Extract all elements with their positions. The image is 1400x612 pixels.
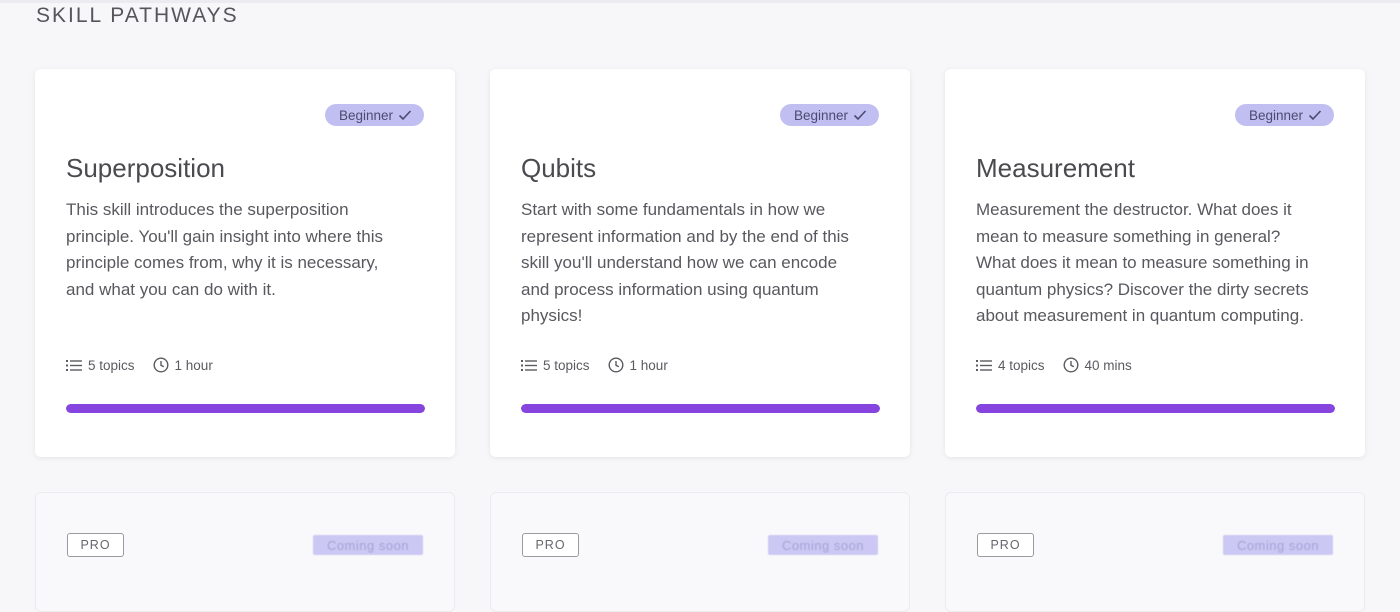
locked-skill-card[interactable]: PRO Coming soon [35, 492, 455, 612]
level-badge: Beginner [1234, 104, 1334, 126]
progress-bar [66, 404, 425, 413]
level-badge-label: Beginner [793, 107, 848, 123]
clock-icon [608, 357, 624, 373]
clock-icon [153, 357, 169, 373]
card-title: Superposition [66, 153, 225, 183]
skill-card-measurement[interactable]: Beginner Measurement Measurement the des… [945, 69, 1365, 457]
progress-fill [976, 404, 1335, 413]
duration: 40 mins [1084, 357, 1132, 373]
skill-card-superposition[interactable]: Beginner Superposition This skill introd… [35, 69, 455, 457]
list-icon [521, 359, 537, 372]
topics-count: 4 topics [998, 357, 1045, 373]
topics-count: 5 topics [88, 357, 135, 373]
check-icon [853, 109, 867, 121]
skill-card-qubits[interactable]: Beginner Qubits Start with some fundamen… [490, 69, 910, 457]
card-description: Measurement the destructor. What does it… [976, 200, 1309, 325]
pro-tag: PRO [977, 533, 1034, 557]
check-icon [398, 109, 412, 121]
progress-bar [976, 404, 1335, 413]
level-badge: Beginner [779, 104, 879, 126]
level-badge-label: Beginner [338, 107, 393, 123]
card-title: Qubits [521, 153, 597, 183]
pro-tag: PRO [522, 533, 579, 557]
card-title: Measurement [976, 153, 1135, 183]
card-meta: 5 topics 1 hour [66, 357, 231, 373]
clock-icon [1063, 357, 1079, 373]
card-meta: 5 topics 1 hour [521, 357, 686, 373]
level-badge-label: Beginner [1248, 107, 1303, 123]
locked-skill-card[interactable]: PRO Coming soon [490, 492, 910, 612]
topics-count: 5 topics [543, 357, 590, 373]
check-icon [1308, 109, 1322, 121]
list-icon [66, 359, 82, 372]
coming-soon-tag: Coming soon [1223, 535, 1333, 555]
duration: 1 hour [629, 357, 668, 373]
progress-bar [521, 404, 880, 413]
coming-soon-tag: Coming soon [768, 535, 878, 555]
locked-skill-card[interactable]: PRO Coming soon [945, 492, 1365, 612]
pro-tag: PRO [67, 533, 124, 557]
list-icon [976, 359, 992, 372]
progress-fill [521, 404, 880, 413]
level-badge: Beginner [324, 104, 424, 126]
top-divider [0, 0, 1400, 3]
duration: 1 hour [174, 357, 213, 373]
section-title: SKILL PATHWAYS [36, 4, 239, 27]
coming-soon-tag: Coming soon [313, 535, 423, 555]
progress-fill [66, 404, 425, 413]
card-description: Start with some fundamentals in how we r… [521, 200, 849, 325]
card-meta: 4 topics 40 mins [976, 357, 1150, 373]
card-description: This skill introduces the superposition … [66, 200, 383, 299]
